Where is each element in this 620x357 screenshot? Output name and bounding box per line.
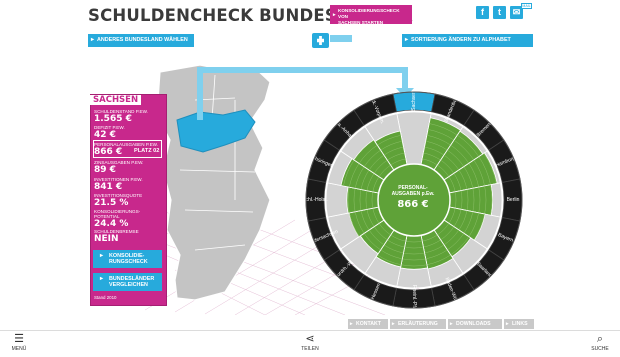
share-icon: ⋖ [305, 333, 315, 345]
stat-investment[interactable]: INVESTITIONEN p.Ew. 841 € [94, 177, 143, 192]
ring-label-line-2: AUSGABEN p.Ew. [391, 191, 435, 197]
hamburger-icon: ☰ [14, 333, 24, 345]
state-label[interactable]: Rheinl.-Pfalz [411, 285, 417, 314]
stat-interest[interactable]: ZINSAUSGABEN p.Ew. 89 € [94, 160, 143, 175]
stat-investment-quota[interactable]: INVESTITIONSQUOTE 21.5 % [94, 193, 142, 208]
compare-states-button[interactable]: BUNDESLÄNDER VERGLEICHEN [93, 273, 162, 291]
share-button[interactable]: ⋖ TEILEN [296, 333, 324, 353]
search-icon: ⌕ [596, 333, 604, 345]
footer-link-kontakt[interactable]: KONTAKT [348, 319, 388, 329]
consolidation-check-button[interactable]: KONSOLIDIE- RUNGSCHECK [93, 250, 162, 268]
data-year: Stand 2010 [94, 295, 117, 300]
menu-button[interactable]: ☰ MENÜ [6, 333, 32, 353]
footer-link-downloads[interactable]: DOWNLOADS [448, 319, 502, 329]
search-button[interactable]: ⌕ SUCHE [586, 333, 614, 353]
footer-link-links[interactable]: LINKS [504, 319, 534, 329]
footer-link-erlaeuterung[interactable]: ERLÄUTERUNG [390, 319, 446, 329]
stat-debt-brake[interactable]: SCHULDENBREMSE NEIN [94, 229, 139, 244]
rank-badge: PLATZ 02 [134, 148, 160, 154]
state-label[interactable]: Sachsen [411, 91, 417, 111]
ring-center-label: PERSONAL- AUSGABEN p.Ew. 866 € [383, 185, 443, 210]
stat-deficit: DEFIZIT p.Ew. 42 € [94, 125, 125, 140]
stat-debt: SCHULDENSTAND p.Ew. 1.565 € [94, 109, 148, 124]
state-name: SACHSEN [90, 95, 142, 105]
stat-consolidation-potential[interactable]: KONSOLIDIERUNGS- POTENTIAL 24.4 % [94, 209, 140, 229]
state-label[interactable]: Berlin [507, 197, 520, 203]
ring-center-value: 866 € [397, 199, 429, 210]
